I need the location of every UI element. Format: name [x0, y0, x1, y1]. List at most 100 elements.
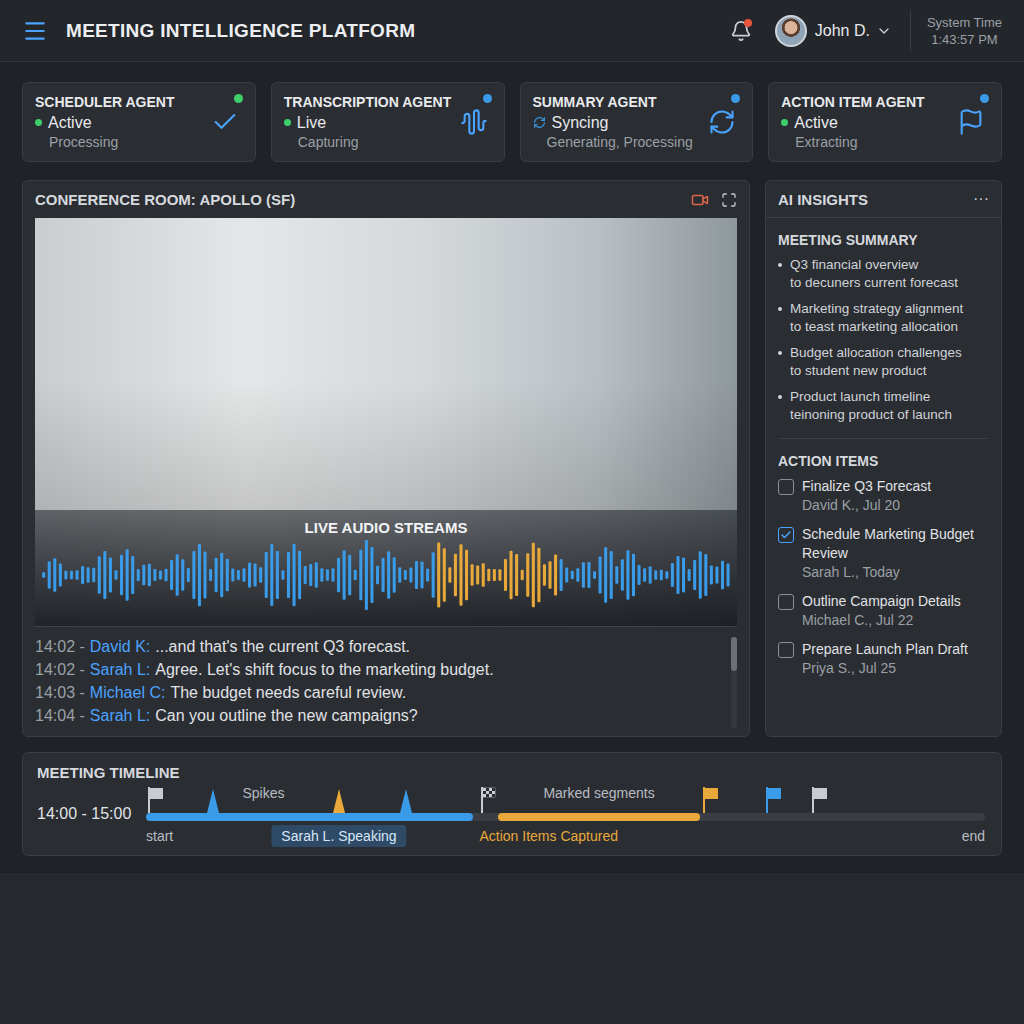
- action-item[interactable]: Prepare Launch Plan DraftPriya S., Jul 2…: [778, 640, 989, 678]
- transcript-line: 14:04 -Sarah L:Can you outline the new c…: [35, 704, 723, 727]
- action-meta: Priya S., Jul 25: [802, 659, 968, 678]
- timeline-marker[interactable]: [766, 787, 782, 813]
- agent-status: Active: [35, 112, 211, 133]
- sync-icon: [533, 116, 546, 129]
- clock-label: System Time: [927, 14, 1002, 31]
- status-dot: [35, 119, 42, 126]
- dashboard-body: SCHEDULER AGENTActiveProcessingTRANSCRIP…: [0, 62, 1024, 856]
- action-checkbox[interactable]: [778, 594, 794, 610]
- spike-icon: [207, 789, 219, 813]
- action-checkbox[interactable]: [778, 642, 794, 658]
- action-meta: Michael C., Jul 22: [802, 611, 961, 630]
- agent-status: Syncing: [533, 112, 709, 133]
- video-camera-icon[interactable]: [691, 191, 709, 209]
- action-checkbox[interactable]: [778, 479, 794, 495]
- audio-overlay: LIVE AUDIO STREAMS: [35, 510, 737, 626]
- clock-time: 1:43:57 PM: [931, 31, 998, 48]
- insights-panel: AI INSIGHTS··· MEETING SUMMARY Q3 financia…: [765, 180, 1002, 737]
- transcript-list: 14:02 -David K:...and that's the current…: [35, 635, 723, 730]
- timeline-title: MEETING TIMELINE: [37, 763, 987, 783]
- action-checkbox[interactable]: [778, 527, 794, 543]
- app-title: MEETING INTELLIGENCE PLATFORM: [66, 20, 415, 42]
- notifications-button[interactable]: [729, 19, 753, 43]
- summary-list: Q3 financial overviewto decuners current…: [778, 256, 989, 424]
- timeline-segment[interactable]: [146, 813, 473, 821]
- timeline-marker[interactable]: [812, 787, 828, 813]
- meeting-dashboard: MEETING INTELLIGENCE PLATFORM John D. Syst…: [0, 0, 1024, 1024]
- timeline-marker[interactable]: [400, 789, 412, 813]
- flag-icon: [812, 787, 828, 813]
- agent-card[interactable]: TRANSCRIPTION AGENTLiveCapturing: [271, 82, 505, 162]
- agent-title: TRANSCRIPTION AGENT: [284, 92, 460, 112]
- summary-item: Product launch timelineteinoning product…: [778, 388, 989, 424]
- top-bar: MEETING INTELLIGENCE PLATFORM John D. Syst…: [0, 0, 1024, 62]
- scrollbar-thumb[interactable]: [731, 637, 737, 671]
- agent-status-dot: [980, 94, 989, 103]
- audio-waveform: [41, 538, 731, 612]
- room-panel: CONFERENCE ROOM: APOLLO (SF) LIVE AUDIO S…: [22, 180, 750, 737]
- agent-status: Active: [781, 112, 957, 133]
- timeline-label: Spikes: [242, 785, 284, 801]
- spike-icon: [333, 789, 345, 813]
- action-title: Prepare Launch Plan Draft: [802, 640, 968, 659]
- spike-icon: [400, 789, 412, 813]
- checkered-flag-icon: [481, 787, 497, 813]
- action-agent-icon: [957, 108, 985, 136]
- transcript-line: 14:02 -David K:...and that's the current…: [35, 635, 723, 658]
- transcript: 14:02 -David K:...and that's the current…: [35, 626, 737, 736]
- agent-detail: Capturing: [284, 133, 460, 152]
- action-meta: David K., Jul 20: [802, 496, 931, 515]
- flag-icon: [148, 787, 164, 813]
- transcript-line: 14:03 -Michael C:The budget needs carefu…: [35, 681, 723, 704]
- main-row: CONFERENCE ROOM: APOLLO (SF) LIVE AUDIO S…: [22, 180, 1002, 737]
- header-divider: [910, 11, 911, 51]
- speaker-badge: Sarah L. Speaking: [271, 825, 406, 847]
- agent-row: SCHEDULER AGENTActiveProcessingTRANSCRIP…: [22, 82, 1002, 162]
- action-title: Schedule Marketing Budget Review: [802, 525, 989, 563]
- agent-card[interactable]: ACTION ITEM AGENTActiveExtracting: [768, 82, 1002, 162]
- user-name[interactable]: John D.: [815, 22, 870, 40]
- agent-status-dot: [483, 94, 492, 103]
- agent-card[interactable]: SCHEDULER AGENTActiveProcessing: [22, 82, 256, 162]
- timeline-range: 14:00 - 15:00: [37, 805, 146, 823]
- room-header: CONFERENCE ROOM: APOLLO (SF): [23, 181, 749, 218]
- insights-header: AI INSIGHTS···: [766, 181, 1001, 218]
- agent-card[interactable]: SUMMARY AGENTSyncingGenerating, Processi…: [520, 82, 754, 162]
- flag-icon: [703, 787, 719, 813]
- timeline-marker[interactable]: [148, 787, 164, 813]
- timeline-marker[interactable]: [703, 787, 719, 813]
- timeline-marker[interactable]: [207, 789, 219, 813]
- timeline-segment[interactable]: [498, 813, 699, 821]
- summary-title: MEETING SUMMARY: [778, 232, 989, 248]
- timeline-track-area[interactable]: SpikesMarked segmentsstartSarah L. Speak…: [146, 783, 985, 853]
- status-dot: [781, 119, 788, 126]
- agent-status: Live: [284, 112, 460, 133]
- agent-detail: Processing: [35, 133, 211, 152]
- more-button[interactable]: ···: [973, 190, 989, 208]
- summary-agent-icon: [708, 108, 736, 136]
- summary-item: Budget allocation challengesto student n…: [778, 344, 989, 380]
- timeline-track[interactable]: [146, 813, 985, 821]
- summary-item: Q3 financial overviewto decuners current…: [778, 256, 989, 292]
- timeline-marker[interactable]: [333, 789, 345, 813]
- action-item[interactable]: Outline Campaign DetailsMichael C., Jul …: [778, 592, 989, 630]
- action-item[interactable]: Finalize Q3 ForecastDavid K., Jul 20: [778, 477, 989, 515]
- chevron-down-icon[interactable]: [876, 23, 892, 39]
- action-list: Finalize Q3 ForecastDavid K., Jul 20 Sche…: [778, 477, 989, 678]
- timeline-panel: MEETING TIMELINE 14:00 - 15:00 Spikes Marke…: [22, 752, 1002, 856]
- action-title: Outline Campaign Details: [802, 592, 961, 611]
- fullscreen-icon[interactable]: [721, 192, 737, 208]
- system-clock: System Time1:43:57 PM: [927, 14, 1002, 48]
- scrollbar[interactable]: [731, 637, 737, 729]
- action-item[interactable]: Schedule Marketing Budget ReviewSarah L.…: [778, 525, 989, 582]
- timeline-label: Action Items Captured: [479, 825, 618, 847]
- summary-item: Marketing strategy alignmentto teast mar…: [778, 300, 989, 336]
- timeline-label: Marked segments: [543, 785, 654, 801]
- footer-area: [0, 874, 1024, 1024]
- menu-icon[interactable]: [22, 18, 48, 44]
- agent-status-dot: [234, 94, 243, 103]
- agent-detail: Extracting: [781, 133, 957, 152]
- user-avatar[interactable]: [775, 15, 807, 47]
- timeline-marker[interactable]: [481, 787, 497, 813]
- transcript-line: 14:02 -Sarah L:Agree. Let's shift focus …: [35, 658, 723, 681]
